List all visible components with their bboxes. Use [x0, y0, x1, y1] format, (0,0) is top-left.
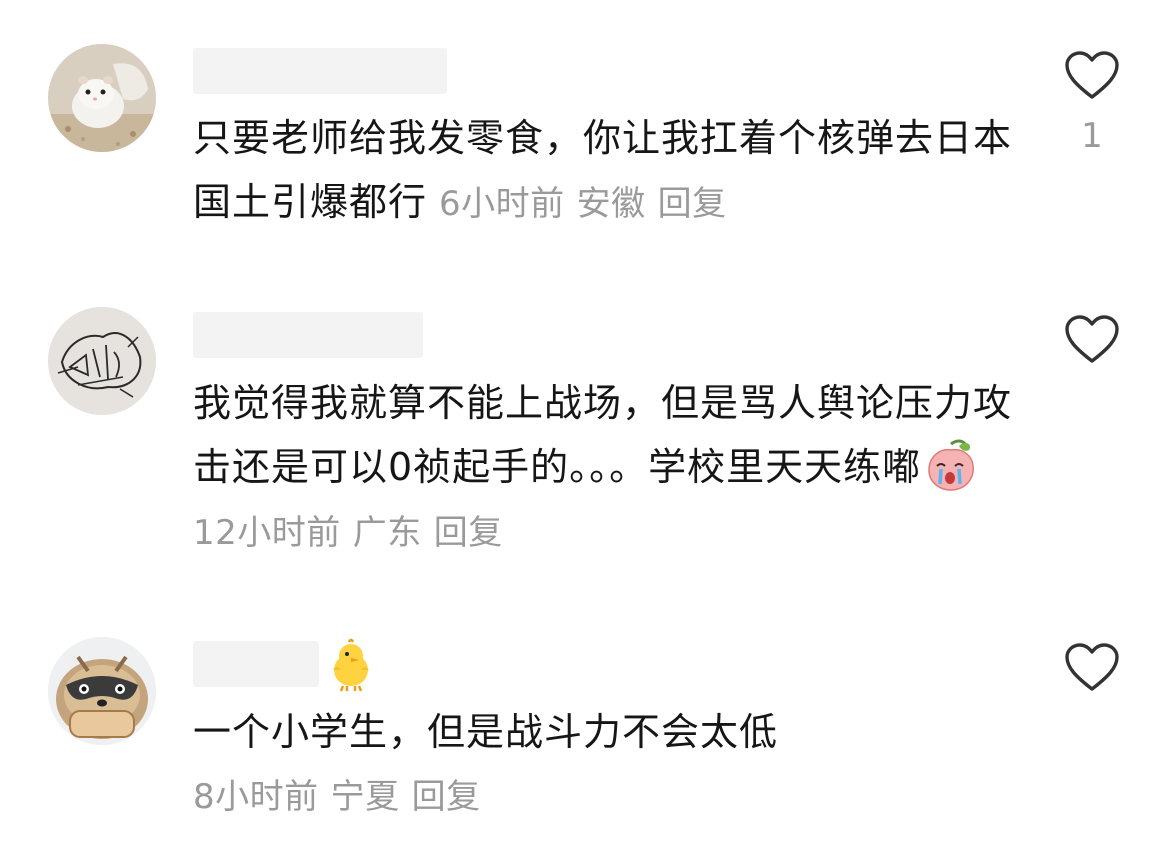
chick-emoji — [323, 636, 379, 692]
comment-location: 宁夏 — [330, 777, 400, 817]
comment-time: 8小时前 — [193, 777, 319, 817]
comment-item: 一个小学生，但是战斗力不会太低 8小时前 宁夏 回复 — [0, 0, 1170, 857]
reply-button[interactable]: 回复 — [412, 777, 481, 817]
comment-text: 一个小学生，但是战斗力不会太低 — [193, 700, 1023, 764]
comment-meta: 8小时前 宁夏 回复 — [193, 774, 481, 820]
like-button[interactable] — [1063, 642, 1121, 698]
heart-outline-icon — [1065, 643, 1119, 691]
avatar[interactable] — [48, 637, 156, 745]
comment-body: 一个小学生，但是战斗力不会太低 — [193, 710, 779, 754]
raccoon-avatar-icon — [48, 637, 156, 745]
username-redacted[interactable] — [193, 641, 319, 687]
